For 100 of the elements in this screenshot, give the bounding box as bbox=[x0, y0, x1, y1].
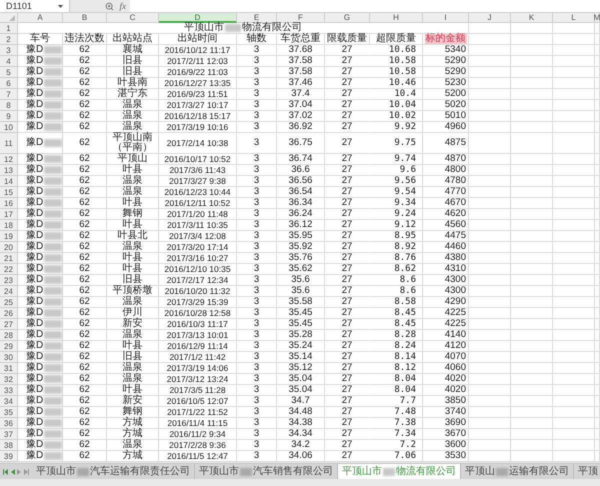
table-cell: 3690 bbox=[444, 418, 466, 428]
column-header[interactable]: E bbox=[237, 13, 277, 23]
table-cell: 35.14 bbox=[288, 352, 312, 362]
next-sheet-icon[interactable] bbox=[17, 468, 22, 474]
table-cell: 3 bbox=[254, 209, 260, 219]
row-number[interactable]: 23 bbox=[0, 275, 18, 286]
row-number[interactable]: 39 bbox=[0, 451, 18, 462]
row-number[interactable]: 33 bbox=[0, 385, 18, 396]
row-number[interactable]: 8 bbox=[0, 100, 18, 111]
table-cell: 豫D bbox=[26, 330, 44, 340]
table-cell: 豫D bbox=[26, 231, 44, 241]
table-cell: 温泉 bbox=[122, 187, 142, 197]
column-header[interactable]: B bbox=[63, 13, 107, 23]
table-cell: 豫D bbox=[26, 308, 44, 318]
row-number[interactable]: 10 bbox=[0, 122, 18, 133]
column-header[interactable]: L bbox=[553, 13, 595, 23]
column-header[interactable]: M bbox=[595, 13, 600, 23]
empty-cell bbox=[553, 122, 595, 133]
table-cell: 3 bbox=[254, 122, 260, 132]
last-sheet-icon[interactable] bbox=[24, 468, 29, 474]
empty-cell bbox=[511, 341, 553, 352]
row-number[interactable]: 24 bbox=[0, 286, 18, 297]
table-cell: 温泉 bbox=[122, 374, 142, 384]
row-number[interactable]: 18 bbox=[0, 220, 18, 231]
empty-cell bbox=[511, 165, 553, 176]
column-header[interactable]: J bbox=[469, 13, 511, 23]
row-number[interactable]: 27 bbox=[0, 319, 18, 330]
redaction-blur bbox=[44, 375, 62, 383]
row-number[interactable]: 28 bbox=[0, 330, 18, 341]
row-number[interactable]: 5 bbox=[0, 67, 18, 78]
redaction-blur bbox=[44, 123, 62, 131]
row-number[interactable]: 4 bbox=[0, 56, 18, 67]
row-number[interactable]: 16 bbox=[0, 198, 18, 209]
row-number[interactable]: 37 bbox=[0, 429, 18, 440]
row-number[interactable]: 15 bbox=[0, 187, 18, 198]
empty-cell bbox=[553, 297, 595, 308]
formula-input[interactable] bbox=[130, 0, 600, 12]
row-number[interactable]: 32 bbox=[0, 374, 18, 385]
table-cell: 2016/12/27 13:35 bbox=[164, 78, 231, 88]
table-cell: 62 bbox=[79, 352, 90, 362]
redaction-blur bbox=[44, 221, 62, 229]
column-header[interactable]: F bbox=[277, 13, 325, 23]
row-number[interactable]: 26 bbox=[0, 308, 18, 319]
table-cell: 62 bbox=[79, 56, 90, 66]
row-number[interactable]: 11 bbox=[0, 133, 18, 154]
empty-cell bbox=[553, 198, 595, 209]
zoom-icon[interactable] bbox=[104, 2, 114, 10]
row-number[interactable]: 20 bbox=[0, 242, 18, 253]
row-number[interactable]: 6 bbox=[0, 78, 18, 89]
table-cell: 35.58 bbox=[288, 297, 312, 307]
redaction-blur bbox=[44, 342, 62, 350]
table-cell: 2016/9/23 11:51 bbox=[167, 89, 228, 99]
redaction-blur bbox=[496, 468, 508, 476]
column-header[interactable]: H bbox=[370, 13, 423, 23]
column-header[interactable]: A bbox=[18, 13, 63, 23]
row-number[interactable]: 30 bbox=[0, 352, 18, 363]
empty-cell bbox=[511, 198, 553, 209]
row-number[interactable]: 17 bbox=[0, 209, 18, 220]
first-sheet-icon[interactable] bbox=[3, 468, 8, 474]
row-number[interactable]: 13 bbox=[0, 165, 18, 176]
table-cell: 35.04 bbox=[288, 385, 312, 395]
row-number[interactable]: 36 bbox=[0, 418, 18, 429]
row-number[interactable]: 22 bbox=[0, 264, 18, 275]
row-number[interactable]: 1 bbox=[0, 23, 18, 34]
row-number[interactable]: 21 bbox=[0, 253, 18, 264]
row-number[interactable]: 2 bbox=[0, 34, 18, 45]
table-cell: 3 bbox=[254, 198, 260, 208]
select-all-icon[interactable] bbox=[9, 15, 15, 21]
row-number[interactable]: 29 bbox=[0, 341, 18, 352]
column-header[interactable]: G bbox=[325, 13, 370, 23]
redaction-blur bbox=[44, 79, 62, 87]
table-cell: 豫D bbox=[26, 56, 44, 66]
row-number[interactable]: 7 bbox=[0, 89, 18, 100]
redaction-blur bbox=[225, 24, 241, 32]
table-cell: 62 bbox=[79, 242, 90, 252]
function-button[interactable]: fx bbox=[120, 1, 126, 11]
row-number[interactable]: 19 bbox=[0, 231, 18, 242]
table-cell: 3 bbox=[254, 231, 260, 241]
column-header[interactable]: I bbox=[423, 13, 469, 23]
empty-cell bbox=[553, 407, 595, 418]
row-number[interactable]: 12 bbox=[0, 154, 18, 165]
table-cell: 4620 bbox=[444, 209, 466, 219]
row-number[interactable]: 38 bbox=[0, 440, 18, 451]
row-number[interactable]: 3 bbox=[0, 45, 18, 56]
row-number[interactable]: 25 bbox=[0, 297, 18, 308]
column-header[interactable]: D bbox=[159, 13, 237, 23]
table-cell: 8.12 bbox=[394, 363, 416, 373]
row-number[interactable]: 31 bbox=[0, 363, 18, 374]
empty-cell bbox=[511, 67, 553, 78]
sheet-tab[interactable]: 平顶山市 物流有限公司 bbox=[338, 464, 461, 479]
row-number[interactable]: 14 bbox=[0, 176, 18, 187]
column-header[interactable]: K bbox=[511, 13, 553, 23]
row-number[interactable]: 35 bbox=[0, 407, 18, 418]
row-number[interactable]: 34 bbox=[0, 396, 18, 407]
table-cell: 27 bbox=[342, 253, 352, 263]
row-number[interactable]: 9 bbox=[0, 111, 18, 122]
table-cell: 3 bbox=[254, 56, 260, 66]
previous-sheet-icon[interactable] bbox=[10, 468, 15, 474]
name-box[interactable]: D1101 bbox=[0, 0, 70, 12]
redaction-blur bbox=[44, 188, 62, 196]
